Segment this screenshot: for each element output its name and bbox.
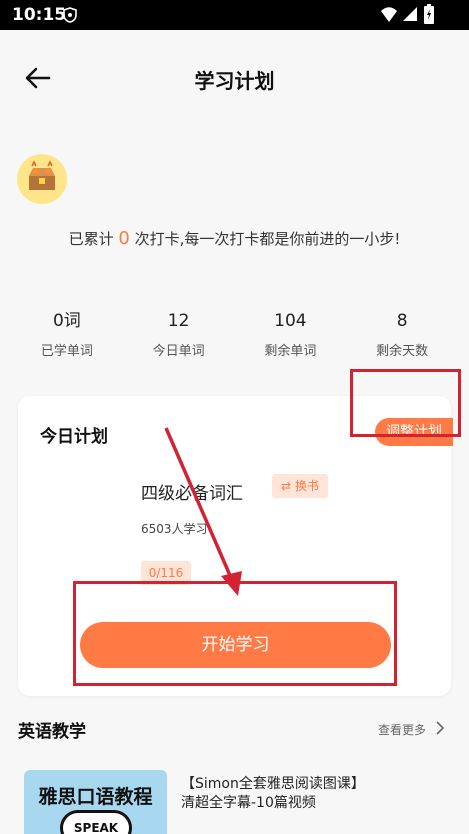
status-bar: 10:15 bbox=[0, 0, 469, 30]
swap-icon: ⇄ bbox=[281, 479, 292, 493]
shield-icon bbox=[63, 7, 77, 23]
stat-value: 104 bbox=[274, 311, 307, 331]
stat-today: 12 今日单词 bbox=[123, 308, 235, 362]
course-title-line2: 清超全字幕-10篇视频 bbox=[181, 795, 316, 811]
battery-icon bbox=[424, 4, 434, 24]
checkin-count: 0 bbox=[118, 228, 130, 249]
course-title-line1: 【Simon全套雅思阅读图课】 bbox=[181, 776, 365, 792]
stat-learned: 0词 已学单词 bbox=[11, 308, 123, 362]
change-book-label: 换书 bbox=[294, 479, 319, 493]
speak-badge: SPEAK bbox=[60, 810, 132, 834]
signal-icon bbox=[403, 7, 417, 21]
treasure-chest-icon bbox=[29, 160, 55, 190]
avatar[interactable] bbox=[17, 154, 67, 204]
highlight-box-start bbox=[73, 581, 397, 686]
stat-label: 今日单词 bbox=[152, 344, 205, 359]
status-time: 10:15 bbox=[12, 5, 67, 25]
stat-value: 0词 bbox=[52, 311, 81, 331]
checkin-prefix: 已累计 bbox=[68, 230, 114, 248]
course-card[interactable]: 雅思口语教程 SPEAK 【Simon全套雅思阅读图课】 清超全字幕-10篇视频 bbox=[0, 765, 469, 834]
thumbnail-title: 雅思口语教程 bbox=[38, 786, 153, 808]
page-title: 学习计划 bbox=[194, 69, 275, 93]
chevron-right-icon[interactable] bbox=[433, 720, 447, 736]
header: 学习计划 bbox=[0, 30, 469, 126]
stat-label: 剩余天数 bbox=[376, 344, 429, 359]
checkin-message: 已累计 0 次打卡,每一次打卡都是你前进的一小步! bbox=[0, 228, 469, 249]
course-thumbnail: 雅思口语教程 SPEAK bbox=[24, 770, 167, 834]
stat-remaining-days: 8 剩余天数 bbox=[346, 308, 458, 362]
book-name: 四级必备词汇 bbox=[141, 484, 243, 504]
stat-value: 12 bbox=[167, 311, 190, 331]
stat-remaining-words: 104 剩余单词 bbox=[235, 308, 347, 362]
change-book-button[interactable]: ⇄ 换书 bbox=[272, 474, 328, 498]
stat-label: 剩余单词 bbox=[264, 344, 317, 359]
learner-count: 6503人学习 bbox=[141, 522, 208, 536]
stat-value: 8 bbox=[396, 311, 408, 331]
stats-row: 0词 已学单词 12 今日单词 104 剩余单词 8 剩余天数 bbox=[11, 308, 458, 362]
view-more-link[interactable]: 查看更多 bbox=[378, 721, 426, 738]
stat-label: 已学单词 bbox=[40, 344, 93, 359]
wifi-icon bbox=[381, 7, 397, 22]
plan-title: 今日计划 bbox=[40, 427, 108, 447]
highlight-box-adjust bbox=[350, 369, 461, 437]
checkin-suffix: 次打卡,每一次打卡都是你前进的一小步! bbox=[134, 230, 401, 248]
section-title: 英语教学 bbox=[18, 722, 86, 742]
